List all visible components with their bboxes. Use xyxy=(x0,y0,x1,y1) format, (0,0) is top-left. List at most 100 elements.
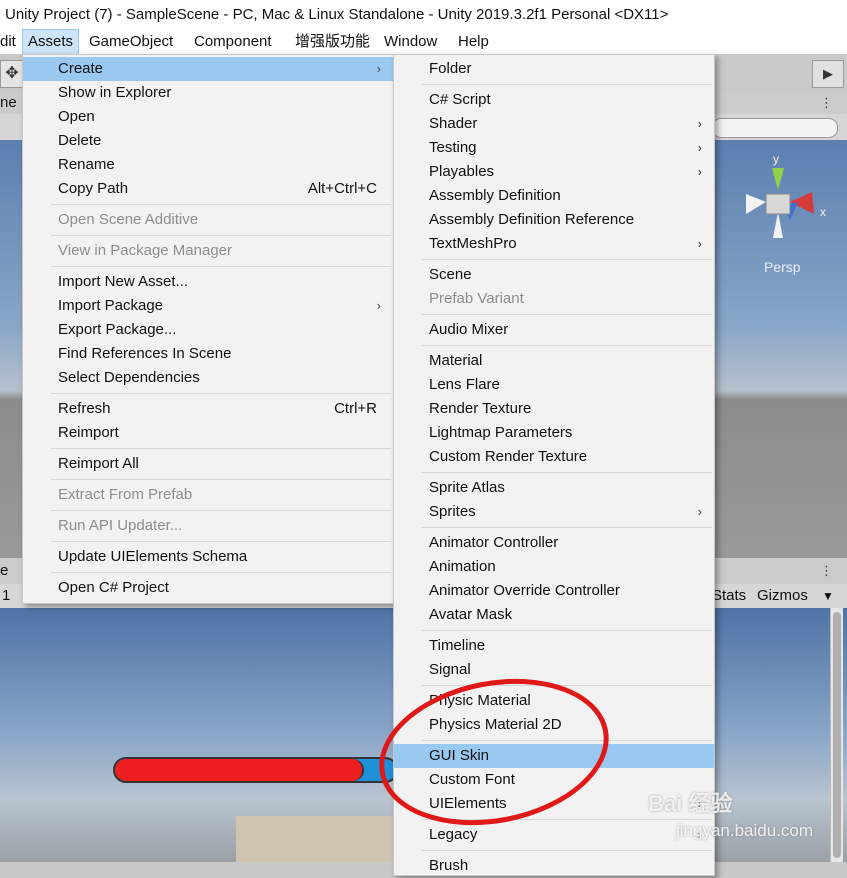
menu-edit[interactable]: dit xyxy=(0,30,16,54)
create-menu-item-signal[interactable]: Signal xyxy=(394,658,714,682)
gizmo-y-axis[interactable] xyxy=(772,168,784,190)
create-menu-item-physics-material-2d[interactable]: Physics Material 2D xyxy=(394,713,714,737)
gizmo-center-cube[interactable] xyxy=(765,193,791,215)
create-menu-item-custom-render-texture[interactable]: Custom Render Texture xyxy=(394,445,714,469)
menu-separator xyxy=(422,345,712,346)
menu-item-label: Update UIElements Schema xyxy=(58,548,248,565)
assets-menu-item-find-references-in-scene[interactable]: Find References In Scene xyxy=(23,342,393,366)
menu-item-label: C# Script xyxy=(429,91,491,108)
create-menu-item-c-script[interactable]: C# Script xyxy=(394,88,714,112)
create-menu-item-lightmap-parameters[interactable]: Lightmap Parameters xyxy=(394,421,714,445)
create-menu-item-animator-controller[interactable]: Animator Controller xyxy=(394,531,714,555)
menu-separator xyxy=(422,314,712,315)
menu-enhanced[interactable]: 增强版功能 xyxy=(295,30,370,54)
display-dropdown[interactable]: 1 xyxy=(2,584,10,608)
menu-item-label: Testing xyxy=(429,139,477,156)
assets-menu-item-show-in-explorer[interactable]: Show in Explorer xyxy=(23,81,393,105)
scene-tab[interactable]: ne xyxy=(0,94,17,111)
menu-component[interactable]: Component xyxy=(194,30,272,54)
menu-separator xyxy=(51,541,391,542)
gizmo-x-label: x xyxy=(820,205,826,219)
assets-menu-item-copy-path[interactable]: Copy Path Alt+Ctrl+C xyxy=(23,177,393,201)
gizmo-left-axis[interactable] xyxy=(746,194,766,214)
menu-separator xyxy=(422,819,712,820)
assets-menu-item-import-new-asset[interactable]: Import New Asset... xyxy=(23,270,393,294)
gizmos-button[interactable]: Gizmos xyxy=(757,584,808,608)
chevron-right-icon: › xyxy=(697,140,702,155)
create-menu-item-testing[interactable]: Testing › xyxy=(394,136,714,160)
assets-menu-item-select-dependencies[interactable]: Select Dependencies xyxy=(23,366,393,390)
game-tab[interactable]: e xyxy=(0,562,8,579)
create-menu-item-shader[interactable]: Shader › xyxy=(394,112,714,136)
menu-item-label: Material xyxy=(429,352,483,369)
scene-options-icon[interactable]: ⋮ xyxy=(820,95,833,111)
create-menu-item-material[interactable]: Material xyxy=(394,349,714,373)
menu-item-label: Playables xyxy=(429,163,495,180)
create-menu-item-gui-skin[interactable]: GUI Skin xyxy=(394,744,714,768)
assets-menu-item-open-c-project[interactable]: Open C# Project xyxy=(23,576,393,600)
health-bar xyxy=(113,757,398,783)
menu-item-label: Legacy xyxy=(429,826,478,843)
create-menu-item-sprite-atlas[interactable]: Sprite Atlas xyxy=(394,476,714,500)
assets-menu-item-delete[interactable]: Delete xyxy=(23,129,393,153)
create-menu-item-playables[interactable]: Playables › xyxy=(394,160,714,184)
scene-orientation-gizmo-icon[interactable]: y x xyxy=(740,150,835,250)
assets-menu: Create › Show in Explorer Open Delete Rename C… xyxy=(22,54,394,604)
create-menu-item-textmeshpro[interactable]: TextMeshPro › xyxy=(394,232,714,256)
create-menu-item-prefab-variant: Prefab Variant xyxy=(394,287,714,311)
menu-item-label: Refresh xyxy=(58,400,111,417)
create-menu-item-physic-material[interactable]: Physic Material xyxy=(394,689,714,713)
menu-item-label: Find References In Scene xyxy=(58,345,232,362)
create-menu-item-sprites[interactable]: Sprites › xyxy=(394,500,714,524)
stats-button[interactable]: Stats xyxy=(712,584,746,608)
assets-menu-item-export-package[interactable]: Export Package... xyxy=(23,318,393,342)
window-title: Unity Project (7) - SampleScene - PC, Ma… xyxy=(0,0,847,30)
menu-item-label: Physic Material xyxy=(429,692,531,709)
assets-menu-item-open[interactable]: Open xyxy=(23,105,393,129)
create-menu-item-folder[interactable]: Folder xyxy=(394,57,714,81)
assets-menu-item-rename[interactable]: Rename xyxy=(23,153,393,177)
game-view-scrollbar[interactable] xyxy=(830,608,843,862)
gizmo-down-axis[interactable] xyxy=(773,212,783,238)
menu-separator xyxy=(51,204,391,205)
menu-item-label: UIElements xyxy=(429,795,507,812)
create-menu-item-timeline[interactable]: Timeline xyxy=(394,634,714,658)
assets-menu-item-reimport-all[interactable]: Reimport All xyxy=(23,452,393,476)
assets-menu-item-refresh[interactable]: Refresh Ctrl+R xyxy=(23,397,393,421)
menu-help[interactable]: Help xyxy=(458,30,489,54)
play-icon[interactable]: ▶ xyxy=(812,60,844,88)
menu-gameobject[interactable]: GameObject xyxy=(89,30,173,54)
assets-menu-item-extract-from-prefab: Extract From Prefab xyxy=(23,483,393,507)
assets-menu-item-update-uielements-schema[interactable]: Update UIElements Schema xyxy=(23,545,393,569)
menu-separator xyxy=(51,572,391,573)
menu-separator xyxy=(422,527,712,528)
create-menu-item-legacy[interactable]: Legacy › xyxy=(394,823,714,847)
persp-label[interactable]: Persp xyxy=(764,259,801,275)
menu-item-shortcut: Ctrl+R xyxy=(334,400,377,417)
move-tool-icon[interactable]: ✥ xyxy=(0,60,24,88)
create-menu-item-scene[interactable]: Scene xyxy=(394,263,714,287)
game-options-icon[interactable]: ⋮ xyxy=(820,563,833,579)
create-menu-item-brush[interactable]: Brush xyxy=(394,854,714,878)
assets-menu-item-create[interactable]: Create › xyxy=(23,57,393,81)
create-menu-item-lens-flare[interactable]: Lens Flare xyxy=(394,373,714,397)
scrollbar-thumb[interactable] xyxy=(833,612,841,858)
menu-separator xyxy=(51,393,391,394)
create-menu-item-assembly-definition[interactable]: Assembly Definition xyxy=(394,184,714,208)
create-menu-item-animation[interactable]: Animation xyxy=(394,555,714,579)
create-menu-item-assembly-definition-reference[interactable]: Assembly Definition Reference xyxy=(394,208,714,232)
create-menu-item-audio-mixer[interactable]: Audio Mixer xyxy=(394,318,714,342)
scene-search-input[interactable] xyxy=(712,118,838,138)
assets-menu-item-reimport[interactable]: Reimport xyxy=(23,421,393,445)
menu-separator xyxy=(422,630,712,631)
menu-item-label: Export Package... xyxy=(58,321,177,338)
assets-menu-item-import-package[interactable]: Import Package › xyxy=(23,294,393,318)
create-menu-item-animator-override-controller[interactable]: Animator Override Controller xyxy=(394,579,714,603)
create-menu-item-avatar-mask[interactable]: Avatar Mask xyxy=(394,603,714,627)
menu-item-label: Create xyxy=(58,60,104,77)
gizmos-dropdown-icon[interactable]: ▼ xyxy=(822,584,834,608)
menu-item-label: Shader xyxy=(429,115,478,132)
menu-assets[interactable]: Assets xyxy=(21,29,80,55)
create-menu-item-render-texture[interactable]: Render Texture xyxy=(394,397,714,421)
menu-window[interactable]: Window xyxy=(384,30,437,54)
